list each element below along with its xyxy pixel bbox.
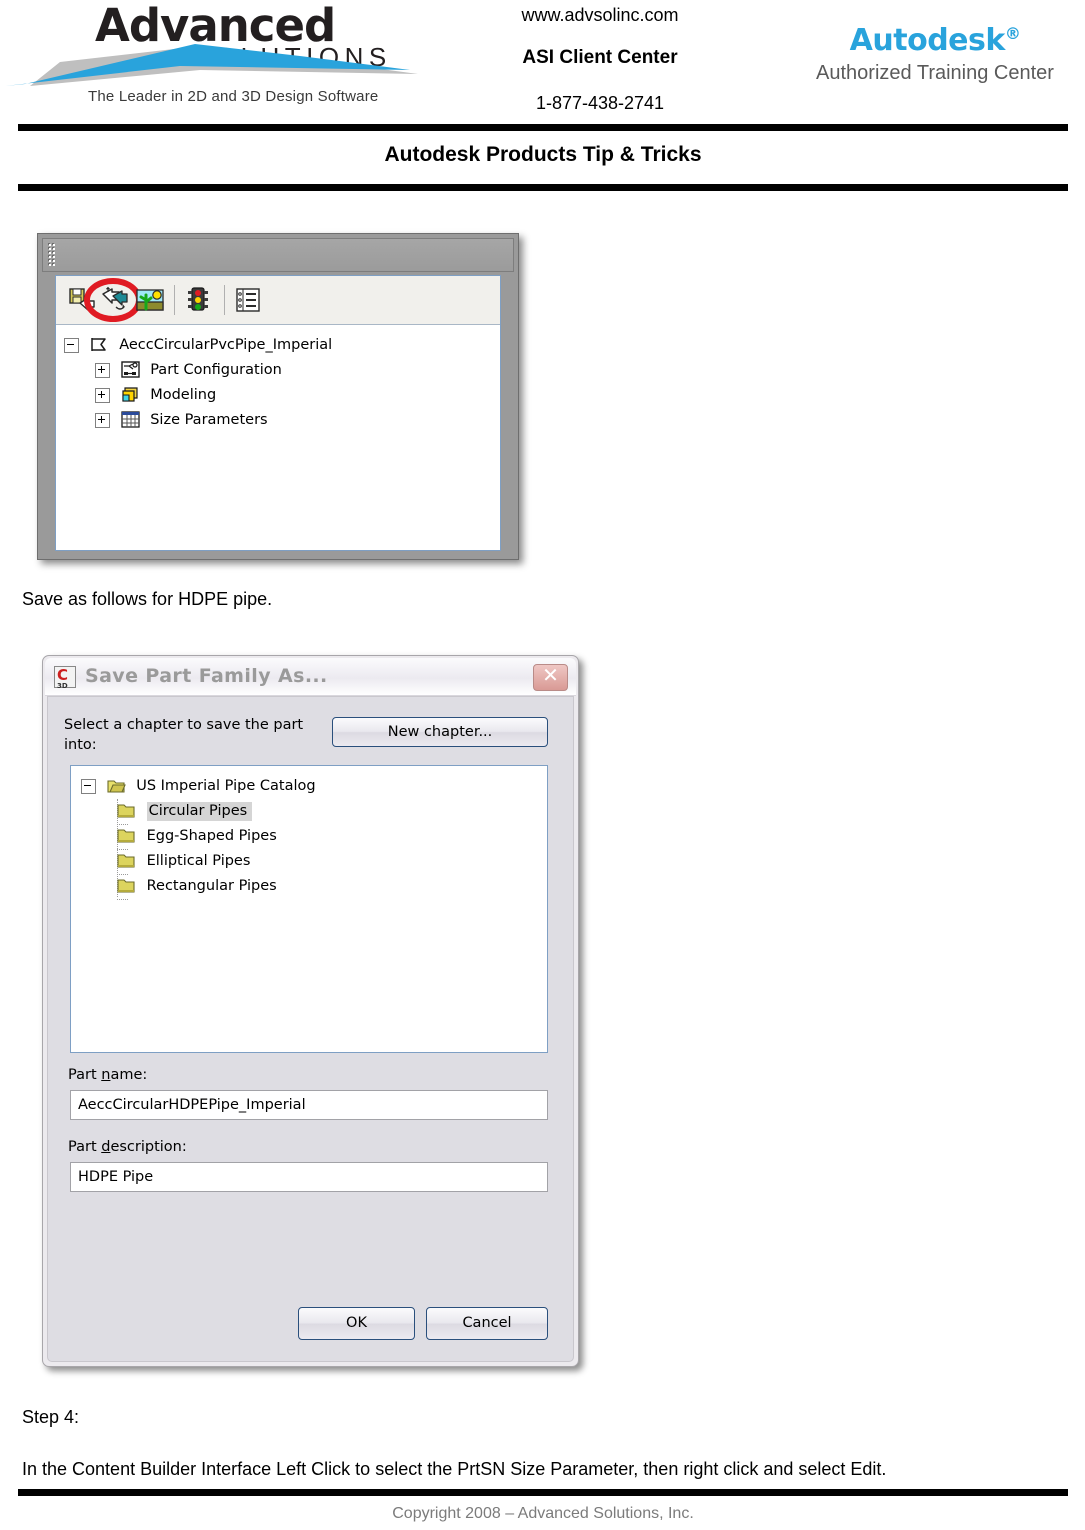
folder-icon bbox=[117, 829, 135, 843]
dialog-title: Save Part Family As... bbox=[85, 665, 328, 687]
autodesk-wordmark: Autodesk® bbox=[800, 18, 1070, 57]
page-title: Autodesk Products Tip & Tricks bbox=[384, 143, 702, 166]
civil3d-icon: C 3D bbox=[54, 666, 76, 690]
new-chapter-button-label: New chapter... bbox=[387, 724, 493, 740]
tree-row[interactable]: Rectangular Pipes bbox=[81, 874, 547, 899]
size-parameters-grid-icon bbox=[120, 411, 140, 428]
toolbar-separator bbox=[174, 285, 175, 315]
dialog-titlebar: C 3D Save Part Family As... ✕ bbox=[45, 658, 576, 696]
tree-item-label: Elliptical Pipes bbox=[146, 853, 251, 869]
ok-button[interactable]: OK bbox=[298, 1307, 415, 1340]
part-name-label: Part name: bbox=[68, 1067, 148, 1083]
folder-icon bbox=[117, 804, 135, 818]
autodesk-subtitle: Authorized Training Center bbox=[816, 62, 1054, 84]
phone-number-text: 1-877-438-2741 bbox=[535, 93, 665, 113]
tree-row[interactable]: Circular Pipes bbox=[81, 799, 547, 824]
validate-traffic-light-icon[interactable] bbox=[184, 286, 212, 314]
header-contact-block: www.advsolinc.com ASI Client Center 1-87… bbox=[430, 0, 770, 116]
tree-row[interactable]: US Imperial Pipe Catalog bbox=[81, 774, 547, 799]
tree-toggle-plus-icon[interactable] bbox=[95, 413, 110, 428]
highlight-ring-annotation bbox=[84, 278, 142, 322]
website-text: www.advsolinc.com bbox=[521, 5, 679, 25]
content-builder-panel-screenshot: AeccCircularPvcPipe_Imperial Part Config… bbox=[37, 233, 519, 560]
cancel-button-label: Cancel bbox=[462, 1315, 512, 1331]
chapter-prompt-label: Select a chapter to save the part into: bbox=[64, 717, 304, 753]
autodesk-wordmark-text: Autodesk bbox=[849, 23, 1006, 58]
parameters-list-icon[interactable] bbox=[234, 286, 262, 314]
new-chapter-button[interactable]: New chapter... bbox=[332, 717, 548, 747]
tree-toggle-minus-icon[interactable] bbox=[64, 338, 79, 353]
page-header: Advanced SOLUTIONS The Leader in 2D and … bbox=[0, 0, 1085, 128]
tree-item-label: US Imperial Pipe Catalog bbox=[136, 778, 316, 794]
tree-row[interactable]: Size Parameters bbox=[64, 408, 500, 433]
tree-item-label: Part Configuration bbox=[150, 362, 282, 378]
tree-toggle-minus-icon[interactable] bbox=[81, 779, 96, 794]
tree-row[interactable]: Modeling bbox=[64, 383, 500, 408]
header-rule-bottom bbox=[18, 184, 1068, 191]
modeling-icon bbox=[122, 387, 138, 402]
instruction-save-as-follows: Save as follows for HDPE pipe. bbox=[22, 589, 273, 609]
tree-connector-tick bbox=[117, 899, 128, 901]
tree-row[interactable]: AeccCircularPvcPipe_Imperial bbox=[64, 333, 500, 358]
client-center-title: ASI Client Center bbox=[522, 47, 678, 68]
content-builder-tree: AeccCircularPvcPipe_Imperial Part Config… bbox=[56, 325, 500, 550]
header-rule-top bbox=[18, 124, 1068, 131]
toolbar-separator bbox=[224, 285, 225, 315]
autodesk-atc-logo: Autodesk® Authorized Training Center bbox=[800, 18, 1070, 85]
save-part-family-as-dialog-screenshot: C 3D Save Part Family As... ✕ Select a c… bbox=[42, 655, 579, 1367]
close-icon[interactable]: ✕ bbox=[533, 664, 568, 691]
part-builder-preview-icon[interactable] bbox=[136, 286, 164, 314]
footer-copyright: Copyright 2008 – Advanced Solutions, Inc… bbox=[392, 1505, 694, 1522]
part-configuration-icon bbox=[120, 361, 140, 378]
part-family-flag-icon bbox=[90, 338, 106, 351]
step-heading: Step 4: bbox=[22, 1407, 80, 1427]
advanced-solutions-logo: Advanced SOLUTIONS The Leader in 2D and … bbox=[0, 0, 430, 118]
folder-icon bbox=[117, 879, 135, 893]
open-folder-icon bbox=[107, 780, 126, 793]
panel-titlebar bbox=[42, 238, 514, 272]
tree-item-label: Size Parameters bbox=[150, 412, 268, 428]
tree-item-label: Egg-Shaped Pipes bbox=[146, 828, 277, 844]
tree-toggle-plus-icon[interactable] bbox=[95, 363, 110, 378]
step-detail-text: In the Content Builder Interface Left Cl… bbox=[22, 1459, 887, 1479]
ok-button-label: OK bbox=[346, 1315, 367, 1331]
part-name-input[interactable]: AeccCircularHDPEPipe_Imperial bbox=[70, 1090, 548, 1120]
panel-body: AeccCircularPvcPipe_Imperial Part Config… bbox=[55, 275, 501, 551]
logo-tagline: The Leader in 2D and 3D Design Software bbox=[88, 88, 379, 105]
part-description-input[interactable]: HDPE Pipe bbox=[70, 1162, 548, 1192]
part-description-label: Part description: bbox=[68, 1139, 187, 1155]
panel-grip-handle[interactable] bbox=[47, 242, 56, 267]
civil3d-icon-sub: 3D bbox=[57, 682, 68, 690]
tree-row[interactable]: Egg-Shaped Pipes bbox=[81, 824, 547, 849]
tree-item-label-selected: Circular Pipes bbox=[146, 802, 253, 821]
cancel-button[interactable]: Cancel bbox=[426, 1307, 548, 1340]
logo-swoosh-icon bbox=[5, 44, 418, 86]
tree-toggle-plus-icon[interactable] bbox=[95, 388, 110, 403]
registered-trademark-icon: ® bbox=[1004, 24, 1021, 43]
tree-item-label: Rectangular Pipes bbox=[146, 878, 277, 894]
tree-item-label: Modeling bbox=[150, 387, 217, 403]
chapter-tree[interactable]: US Imperial Pipe Catalog Circular Pipes … bbox=[70, 765, 548, 1053]
tree-row[interactable]: Part Configuration bbox=[64, 358, 500, 383]
footer-rule bbox=[18, 1489, 1068, 1496]
tree-row[interactable]: Elliptical Pipes bbox=[81, 849, 547, 874]
folder-icon bbox=[117, 854, 135, 868]
tree-item-label: AeccCircularPvcPipe_Imperial bbox=[119, 337, 333, 353]
content-builder-toolbar bbox=[56, 276, 500, 325]
dialog-surface: Select a chapter to save the part into: … bbox=[47, 696, 574, 1362]
